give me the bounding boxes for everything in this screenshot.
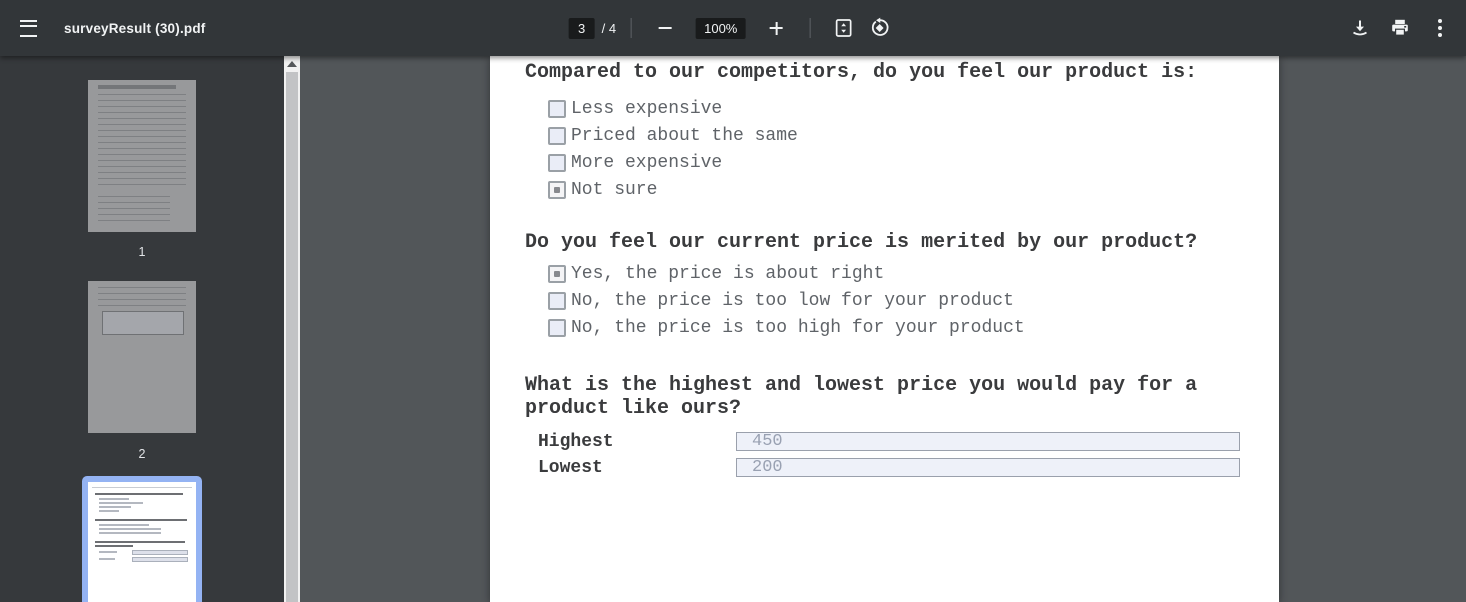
- question-1-heading: Compared to our competitors, do you feel…: [525, 61, 1245, 84]
- menu-button[interactable]: [0, 0, 56, 56]
- option-label: Not sure: [571, 180, 657, 200]
- pdf-toolbar: surveyResult (30).pdf 3 / 4 100%: [0, 0, 1466, 56]
- option-row: Yes, the price is about right: [548, 265, 884, 283]
- toolbar-divider: [809, 18, 810, 38]
- page-thumbnail-1[interactable]: [88, 80, 196, 232]
- page-thumbnail-2-label: 2: [88, 447, 196, 461]
- checkbox-not-sure[interactable]: [548, 181, 566, 199]
- option-row: No, the price is too low for your produc…: [548, 292, 1014, 310]
- page-number-input[interactable]: 3: [569, 18, 595, 39]
- option-label: Priced about the same: [571, 126, 798, 146]
- download-icon: [1349, 17, 1371, 39]
- highest-price-input[interactable]: 450: [736, 432, 1240, 451]
- highest-label: Highest: [538, 432, 736, 452]
- menu-icon: [20, 20, 37, 37]
- checkbox-yes-price-right[interactable]: [548, 265, 566, 283]
- pdf-viewer-window: surveyResult (30).pdf 3 / 4 100%: [0, 0, 1466, 602]
- question-3-heading: What is the highest and lowest price you…: [525, 374, 1225, 420]
- option-label: Yes, the price is about right: [571, 264, 884, 284]
- page-thumbnail-3-selected[interactable]: [82, 476, 202, 602]
- option-label: No, the price is too high for your produ…: [571, 318, 1025, 338]
- scrollbar-thumb[interactable]: [286, 72, 298, 602]
- minus-icon: [659, 27, 672, 29]
- toolbar-left: surveyResult (30).pdf: [0, 0, 206, 56]
- kebab-icon: [1438, 19, 1442, 37]
- option-row: Less expensive: [548, 100, 722, 118]
- checkbox-priced-about-same[interactable]: [548, 127, 566, 145]
- scrollbar-up-arrow[interactable]: [287, 61, 297, 67]
- sidebar-scrollbar[interactable]: [284, 56, 300, 602]
- lowest-price-input[interactable]: 200: [736, 458, 1240, 477]
- option-label: No, the price is too low for your produc…: [571, 291, 1014, 311]
- toolbar-divider: [631, 18, 632, 38]
- more-options-button[interactable]: [1420, 0, 1460, 56]
- pdf-page-3: Compared to our competitors, do you feel…: [490, 56, 1279, 602]
- zoom-level[interactable]: 100%: [696, 18, 745, 39]
- zoom-in-button[interactable]: [764, 16, 788, 40]
- question-2-heading: Do you feel our current price is merited…: [525, 231, 1245, 254]
- zoom-out-button[interactable]: [653, 16, 677, 40]
- lowest-label: Lowest: [538, 458, 736, 478]
- print-icon: [1389, 17, 1411, 39]
- plus-icon: [770, 22, 783, 35]
- rotate-icon: [868, 17, 890, 39]
- page-thumbnail-3: [88, 482, 196, 602]
- checkbox-price-too-low[interactable]: [548, 292, 566, 310]
- page-thumbnail-2[interactable]: [88, 281, 196, 433]
- fit-page-button[interactable]: [831, 16, 855, 40]
- option-row: Priced about the same: [548, 127, 798, 145]
- toolbar-right: [1340, 0, 1460, 56]
- page-thumbnail-1-label: 1: [88, 245, 196, 259]
- field-row: Highest 450: [538, 432, 1240, 451]
- option-label: Less expensive: [571, 99, 722, 119]
- checkbox-price-too-high[interactable]: [548, 319, 566, 337]
- rotate-button[interactable]: [867, 16, 891, 40]
- checkbox-more-expensive[interactable]: [548, 154, 566, 172]
- print-button[interactable]: [1380, 0, 1420, 56]
- option-row: No, the price is too high for your produ…: [548, 319, 1025, 337]
- option-row: Not sure: [548, 181, 657, 199]
- download-button[interactable]: [1340, 0, 1380, 56]
- page-count: / 4: [602, 21, 616, 36]
- checkbox-less-expensive[interactable]: [548, 100, 566, 118]
- field-row: Lowest 200: [538, 458, 1240, 477]
- option-label: More expensive: [571, 153, 722, 173]
- toolbar-center: 3 / 4 100%: [569, 0, 898, 56]
- option-row: More expensive: [548, 154, 722, 172]
- document-viewer: Compared to our competitors, do you feel…: [300, 56, 1466, 602]
- fit-page-icon: [832, 17, 854, 39]
- document-title: surveyResult (30).pdf: [64, 21, 206, 36]
- thumbnail-sidebar: 1 2: [0, 56, 300, 602]
